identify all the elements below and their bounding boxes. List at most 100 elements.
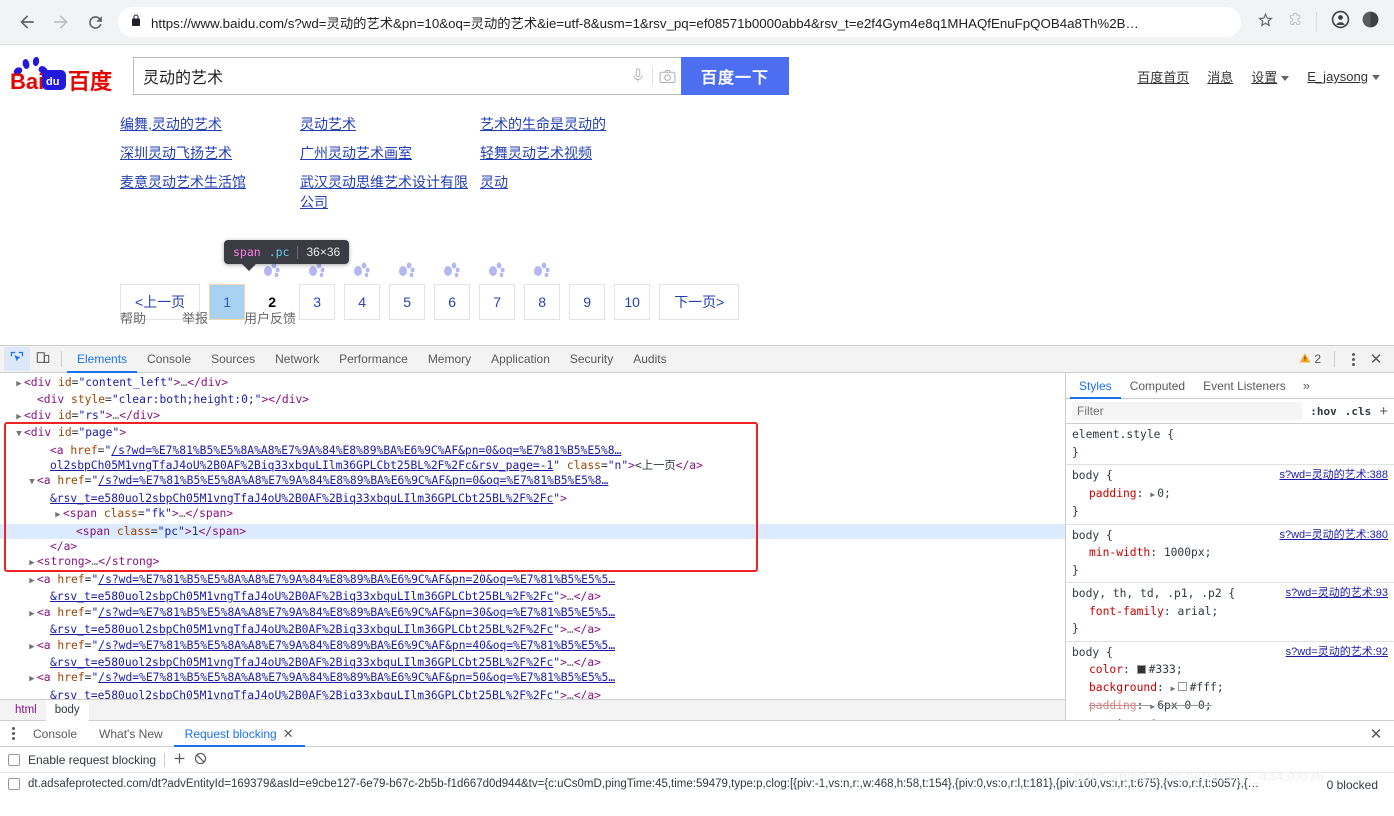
style-rule[interactable]: body {s?wd=灵动的艺术:92 color: #333; backgroun… — [1066, 642, 1394, 721]
style-rule[interactable]: body {s?wd=灵动的艺术:388 padding: ▶ 0;} — [1066, 465, 1394, 525]
style-property-value[interactable]: 0; — [1157, 487, 1171, 500]
camera-icon[interactable] — [653, 69, 681, 84]
expand-triangle-icon[interactable]: ▶ — [27, 574, 37, 589]
dom-tree-line[interactable]: ol2sbpCh05M1vngTfaJ4oU%2B0AF%2Biq33xbquL… — [0, 458, 1065, 473]
styles-rules-list[interactable]: element.style {} body {s?wd=灵动的艺术:388 padd… — [1066, 424, 1394, 720]
chrome-menu-button[interactable] — [1356, 8, 1384, 36]
style-declaration[interactable]: margin: ▶0; — [1072, 716, 1388, 721]
expand-triangle-icon[interactable]: ▶ — [27, 640, 37, 655]
styles-tab-event-listeners[interactable]: Event Listeners — [1194, 373, 1295, 399]
style-declaration[interactable]: padding: ▶ 6px 0 0; — [1072, 697, 1388, 716]
extensions-button[interactable] — [1281, 8, 1309, 36]
style-property-name[interactable]: margin — [1072, 716, 1130, 721]
dom-tree-line[interactable]: ▶ <a href="/s?wd=%E7%81%B5%E5%8A%A8%E7%9A… — [0, 605, 1065, 622]
enable-request-blocking-checkbox[interactable] — [8, 753, 20, 766]
inspect-element-button[interactable] — [4, 347, 30, 371]
dom-tree-line[interactable]: ▼ <a href="/s?wd=%E7%81%B5%E5%8A%A8%E7%9A… — [0, 473, 1065, 490]
color-swatch[interactable] — [1177, 682, 1187, 691]
dom-tree-line[interactable]: </a> — [0, 539, 1065, 554]
dom-tree-line[interactable]: &rsv_t=e580uol2sbpCh05M1vngTfaJ4oU%2B0AF… — [0, 589, 1065, 604]
style-declaration[interactable]: font-family: arial; — [1072, 603, 1388, 621]
devtools-tab-audits[interactable]: Audits — [623, 346, 676, 373]
color-swatch[interactable] — [1136, 664, 1146, 674]
microphone-icon[interactable] — [624, 67, 652, 85]
expand-shorthand-icon[interactable]: ▶ — [1171, 680, 1178, 698]
related-link[interactable]: 深圳灵动飞扬艺术 — [120, 145, 232, 161]
footer-link-report[interactable]: 举报 — [182, 308, 208, 327]
profile-button[interactable] — [1326, 8, 1354, 36]
style-property-value[interactable]: 1000px; — [1164, 546, 1212, 559]
expand-triangle-icon[interactable]: ▶ — [27, 607, 37, 622]
styles-filter-input[interactable] — [1072, 402, 1303, 420]
nav-link-settings[interactable]: 设置 — [1251, 67, 1290, 86]
devtools-tab-application[interactable]: Application — [481, 346, 560, 373]
style-rule[interactable]: body {s?wd=灵动的艺术:380 min-width: 1000px;} — [1066, 525, 1394, 583]
dom-tree-line[interactable]: <a href="/s?wd=%E7%81%B5%E5%8A%A8%E7%9A%… — [0, 443, 1065, 458]
related-link[interactable]: 麦意灵动艺术生活馆 — [120, 174, 246, 190]
style-rule-source-link[interactable]: s?wd=灵动的艺术:388 — [1279, 467, 1388, 485]
style-rule-source-link[interactable]: s?wd=灵动的艺术:92 — [1286, 644, 1388, 662]
dom-tree-line[interactable]: ▶ <span class="fk">…</span> — [0, 506, 1065, 523]
style-rule-selector[interactable]: element.style { — [1072, 426, 1388, 444]
collapse-triangle-icon[interactable]: ▼ — [27, 475, 37, 490]
nav-link-messages[interactable]: 消息 — [1207, 67, 1233, 86]
dom-tree-line[interactable]: ▶ <strong>…</strong> — [0, 554, 1065, 571]
force-state-button[interactable]: :hov — [1310, 405, 1337, 418]
expand-triangle-icon[interactable]: ▶ — [53, 508, 63, 523]
style-rule-source-link[interactable]: s?wd=灵动的艺术:93 — [1286, 585, 1388, 603]
device-toolbar-button[interactable] — [30, 347, 56, 371]
devtools-tab-security[interactable]: Security — [560, 346, 623, 373]
related-link[interactable]: 武汉灵动思维艺术设计有限公司 — [300, 174, 468, 210]
related-link[interactable]: 灵动 — [480, 174, 508, 190]
forward-button[interactable] — [44, 5, 78, 39]
devtools-tab-elements[interactable]: Elements — [67, 346, 137, 373]
dom-tree-line[interactable]: &rsv_t=e580uol2sbpCh05M1vngTfaJ4oU%2B0AF… — [0, 622, 1065, 637]
dom-tree-line[interactable]: &rsv_t=e580uol2sbpCh05M1vngTfaJ4oU%2B0AF… — [0, 655, 1065, 670]
style-property-name[interactable]: font-family — [1072, 603, 1164, 621]
dom-tree-line[interactable]: <div style="clear:both;height:0;"></div> — [0, 392, 1065, 407]
style-declaration[interactable]: color: #333; — [1072, 661, 1388, 679]
style-property-value[interactable]: 6px 0 0; — [1157, 699, 1211, 712]
style-property-value[interactable]: #333; — [1149, 663, 1183, 676]
dom-tree-line[interactable]: &rsv_t=e580uol2sbpCh05M1vngTfaJ4oU%2B0AF… — [0, 491, 1065, 506]
expand-triangle-icon[interactable]: ▶ — [14, 377, 24, 392]
devtools-tab-console[interactable]: Console — [137, 346, 201, 373]
bookmark-button[interactable] — [1251, 8, 1279, 36]
devtools-close-button[interactable]: ✕ — [1366, 349, 1386, 369]
related-link[interactable]: 灵动艺术 — [300, 116, 356, 132]
devtools-more-button[interactable] — [1344, 349, 1362, 369]
style-property-value[interactable]: #fff; — [1190, 681, 1224, 694]
drawer-more-button[interactable] — [4, 724, 22, 744]
dom-tree[interactable]: ▶ <div id="content_left">…</div> <div styl… — [0, 373, 1065, 699]
expand-triangle-icon[interactable]: ▶ — [27, 672, 37, 687]
footer-link-help[interactable]: 帮助 — [120, 308, 146, 327]
devtools-tab-sources[interactable]: Sources — [201, 346, 265, 373]
style-property-name[interactable]: background — [1072, 679, 1157, 697]
dom-tree-line[interactable]: ▶ <a href="/s?wd=%E7%81%B5%E5%8A%A8%E7%9A… — [0, 638, 1065, 655]
related-link[interactable]: 编舞,灵动的艺术 — [120, 116, 222, 132]
devtools-tab-performance[interactable]: Performance — [329, 346, 418, 373]
clear-all-icon[interactable] — [194, 752, 207, 768]
search-box[interactable] — [133, 57, 681, 95]
drawer-tab-console[interactable]: Console — [22, 721, 88, 747]
style-declaration[interactable]: padding: ▶ 0; — [1072, 485, 1388, 504]
styles-tab-styles[interactable]: Styles — [1070, 373, 1121, 399]
style-property-name[interactable]: color — [1072, 661, 1123, 679]
dom-tree-line[interactable]: ▶ <a href="/s?wd=%E7%81%B5%E5%8A%A8%E7%9A… — [0, 572, 1065, 589]
close-tab-icon[interactable]: ✕ — [283, 721, 294, 747]
style-rule[interactable]: element.style {} — [1066, 424, 1394, 465]
reload-button[interactable] — [78, 5, 112, 39]
back-button[interactable] — [10, 5, 44, 39]
style-property-value[interactable]: 0; — [1150, 718, 1164, 721]
add-pattern-icon[interactable] — [173, 752, 186, 768]
nav-link-home[interactable]: 百度首页 — [1137, 67, 1189, 86]
search-input[interactable] — [141, 58, 624, 94]
style-property-name[interactable]: min-width — [1072, 544, 1150, 562]
styles-more-tabs-button[interactable]: » — [1295, 378, 1318, 393]
search-submit-button[interactable]: 百度一下 — [681, 57, 789, 95]
related-link[interactable]: 艺术的生命是灵动的 — [480, 116, 606, 132]
warning-count-badge[interactable]: 2 — [1295, 352, 1325, 367]
dom-tree-line[interactable]: ▶ <div id="rs">…</div> — [0, 408, 1065, 425]
dom-tree-line[interactable]: &rsv_t=e580uol2sbpCh05M1vngTfaJ4oU%2B0AF… — [0, 688, 1065, 699]
new-style-rule-button[interactable]: + — [1379, 403, 1388, 420]
